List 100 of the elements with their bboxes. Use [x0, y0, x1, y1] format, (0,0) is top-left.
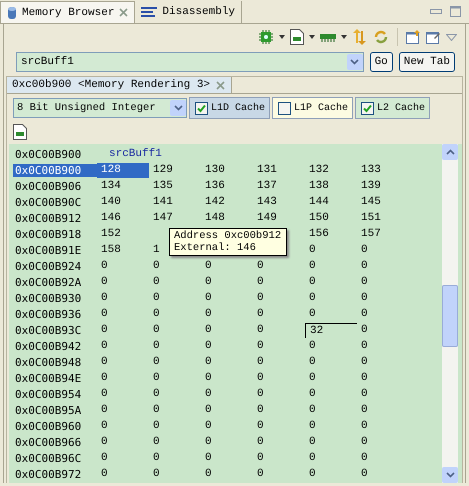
memory-document-icon[interactable] [13, 124, 27, 140]
value-cell[interactable]: 139 [357, 178, 409, 194]
value-cell[interactable]: 0 [201, 306, 253, 322]
value-cell[interactable]: 0 [97, 466, 149, 482]
value-cell[interactable]: 0 [149, 434, 201, 450]
value-cell[interactable]: 0 [149, 386, 201, 402]
value-cell[interactable]: 0 [201, 402, 253, 418]
value-cell[interactable]: 0 [305, 370, 357, 386]
value-cell[interactable]: 0 [149, 322, 201, 338]
value-cell[interactable]: 0 [201, 354, 253, 370]
dropdown-button[interactable] [170, 100, 186, 116]
value-cell[interactable]: 0 [149, 290, 201, 306]
value-cell[interactable]: 149 [253, 210, 305, 226]
value-cell[interactable]: 0 [149, 450, 201, 466]
value-cell[interactable]: 137 [253, 178, 305, 194]
address-button[interactable]: New Tab [398, 52, 455, 72]
value-cell[interactable]: 0 [357, 338, 409, 354]
value-cell[interactable]: 0 [149, 370, 201, 386]
value-cell[interactable]: 0 [149, 418, 201, 434]
value-cell[interactable]: 0 [97, 434, 149, 450]
value-cell[interactable]: 0 [357, 274, 409, 290]
value-cell[interactable]: 134 [97, 178, 149, 194]
value-cell[interactable]: 0 [357, 306, 409, 322]
value-cell[interactable]: 0 [149, 354, 201, 370]
format-select[interactable]: 8 Bit Unsigned Integer [13, 98, 187, 118]
cache-option[interactable]: L1P Cache [272, 97, 354, 119]
value-cell[interactable]: 0 [357, 450, 409, 466]
checkbox[interactable] [361, 102, 374, 114]
value-cell[interactable]: 0 [357, 290, 409, 306]
value-cell[interactable]: 0 [201, 370, 253, 386]
value-cell[interactable]: 0 [201, 274, 253, 290]
checkbox[interactable] [278, 102, 292, 114]
value-cell[interactable]: 0 [305, 338, 357, 354]
value-cell[interactable]: 0 [253, 322, 305, 338]
value-cell[interactable]: 0 [357, 402, 409, 418]
value-cell[interactable]: 0 [201, 258, 253, 274]
value-cell[interactable]: 0 [97, 354, 149, 370]
memory-module-icon[interactable] [320, 32, 336, 42]
value-cell[interactable]: 0 [253, 354, 305, 370]
value-cell[interactable]: 156 [305, 226, 357, 242]
value-cell[interactable]: 0 [305, 466, 357, 482]
chip-icon[interactable] [258, 29, 274, 45]
dropdown-button[interactable] [346, 54, 363, 70]
value-cell[interactable]: 0 [253, 434, 305, 450]
value-cell[interactable]: 135 [149, 178, 201, 194]
value-cell[interactable]: 0 [149, 402, 201, 418]
address-button[interactable]: Go [370, 52, 393, 72]
value-cell[interactable]: 130 [201, 162, 253, 178]
value-cell[interactable]: 150 [305, 210, 357, 226]
address-field[interactable]: srcBuff1 [16, 52, 364, 72]
value-cell[interactable]: 146 [97, 210, 149, 226]
value-cell[interactable]: 0 [97, 322, 149, 338]
value-cell[interactable]: 0 [253, 450, 305, 466]
view-tab[interactable]: Disassembly [135, 0, 242, 22]
value-cell[interactable]: 0 [357, 258, 409, 274]
value-cell[interactable]: 0 [357, 434, 409, 450]
value-cell[interactable]: 144 [305, 194, 357, 210]
value-cell[interactable]: 0 [253, 258, 305, 274]
value-cell[interactable]: 142 [201, 194, 253, 210]
value-cell[interactable]: 141 [149, 194, 201, 210]
value-cell[interactable]: 148 [201, 210, 253, 226]
value-cell[interactable]: 0 [305, 354, 357, 370]
value-cell[interactable]: 32 [305, 322, 357, 338]
value-cell[interactable]: 0 [201, 322, 253, 338]
refresh-arrows-icon[interactable] [373, 29, 389, 45]
value-cell[interactable]: 0 [357, 418, 409, 434]
value-cell[interactable]: 0 [253, 418, 305, 434]
scroll-thumb[interactable] [442, 285, 458, 347]
value-cell[interactable]: 140 [97, 194, 149, 210]
value-cell[interactable]: 0 [357, 242, 409, 258]
value-cell[interactable]: 0 [97, 306, 149, 322]
value-cell[interactable]: 0 [253, 306, 305, 322]
value-cell[interactable]: 0 [149, 258, 201, 274]
value-cell[interactable]: 147 [149, 210, 201, 226]
rendering-tab[interactable]: 0xc00b900 <Memory Rendering 3> [7, 77, 232, 93]
value-cell[interactable]: 0 [253, 290, 305, 306]
value-cell[interactable]: 136 [201, 178, 253, 194]
value-cell[interactable]: 145 [357, 194, 409, 210]
value-cell[interactable]: 0 [305, 450, 357, 466]
value-cell[interactable]: 0 [305, 258, 357, 274]
value-cell[interactable]: 0 [357, 322, 409, 338]
checkbox[interactable] [195, 102, 208, 114]
scrollbar[interactable] [442, 144, 458, 483]
value-cell[interactable]: 151 [357, 210, 409, 226]
value-cell[interactable]: 0 [201, 386, 253, 402]
value-cell[interactable]: 0 [97, 450, 149, 466]
value-cell[interactable]: 0 [253, 466, 305, 482]
value-cell[interactable]: 129 [149, 162, 201, 178]
value-cell[interactable]: 0 [201, 338, 253, 354]
value-cell[interactable]: 0 [97, 338, 149, 354]
value-cell[interactable]: 0 [305, 306, 357, 322]
value-cell[interactable]: 0 [149, 306, 201, 322]
value-cell[interactable]: 0 [149, 466, 201, 482]
dropdown-arrow-icon[interactable] [279, 35, 285, 39]
value-cell[interactable]: 0 [201, 450, 253, 466]
value-cell[interactable]: 0 [201, 466, 253, 482]
memory-document-icon[interactable] [290, 29, 304, 45]
window-pencil-icon[interactable] [426, 30, 441, 44]
cache-option[interactable]: L2 Cache [355, 97, 430, 119]
value-cell[interactable]: 0 [357, 370, 409, 386]
